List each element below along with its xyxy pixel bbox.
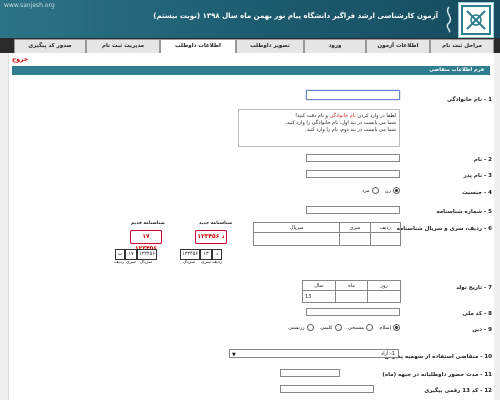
new-sample-series-box: ۱۳	[200, 249, 212, 260]
new-sample-serial-caption: سریال	[183, 260, 196, 265]
birth-year-header: سال	[302, 280, 336, 291]
new-stamp-number: ۱۲۳۴۵۶	[197, 233, 220, 240]
quota-select[interactable]: 1- آزاد ▼	[229, 349, 399, 358]
national-code-label: 8 - کد ملی	[462, 311, 492, 317]
tab-candidate-photo[interactable]: تصویر داوطلب	[236, 39, 304, 53]
first-name-label: 2 - نام	[473, 157, 492, 163]
birth-date-table: سال ماه روز 13	[302, 280, 401, 303]
religion-zoroastrian-label: زرتشتی	[288, 325, 305, 331]
religion-jewish-radio[interactable]	[334, 324, 342, 331]
national-code-input[interactable]	[306, 308, 400, 316]
birth-year-input[interactable]: 13	[302, 290, 336, 303]
old-id-sample-title: شناسنامه قدیم	[131, 221, 165, 226]
tab-registration-management[interactable]: مدیریت ثبت نام	[86, 39, 160, 53]
tracking-code-label: 12 - کد 13 رقمی پیگیری	[424, 388, 492, 394]
old-sample-serial-caption: سریال	[140, 260, 153, 265]
religion-christian-radio[interactable]	[365, 324, 373, 331]
new-id-sample-stamp: د ۱۲۳۴۵۶	[195, 230, 227, 244]
religion-zoroastrian-radio[interactable]	[306, 324, 314, 331]
gender-male-label: مرد	[361, 188, 370, 194]
exit-link[interactable]: خروج	[12, 56, 28, 63]
new-sample-serial-box: ۱۲۳۴۵۶	[180, 249, 200, 260]
hint-text-1: لطفا در وارد کردن	[357, 113, 396, 119]
row-input[interactable]	[369, 232, 402, 246]
tab-login[interactable]: ورود	[304, 39, 366, 53]
new-id-sample-title: شناسنامه جدید	[199, 221, 233, 226]
hint-line-2: شما می بایست در بند اول، نام خانوادگی را…	[285, 120, 396, 126]
birth-year-prefix: 13	[305, 293, 312, 300]
last-name-label: 1 - نام خانوادگی	[446, 97, 492, 103]
id-number-input[interactable]	[306, 206, 400, 214]
gender-male-radio[interactable]	[371, 187, 379, 194]
row-header: ردیف	[369, 222, 402, 233]
page-title: آزمون کارشناسی ارشد فراگیر دانشگاه پیام …	[153, 12, 438, 20]
old-sample-series-box: ۱۷	[125, 249, 137, 260]
series-input[interactable]	[339, 232, 371, 246]
form-header: فرم اطلاعات متقاضی	[12, 66, 490, 75]
gender-female-label: زن	[384, 188, 391, 194]
new-sample-row-box: د	[212, 249, 222, 260]
tab-tracking-code[interactable]: صدور کد پیگیری	[14, 39, 86, 53]
site-link[interactable]: www.sanjesh.org	[4, 2, 55, 9]
service-duration-label: 11 - مدت حضور داوطلبانه در جبهه (ماه)	[382, 372, 492, 378]
gender-label: 4 - جنسیت	[462, 190, 492, 196]
old-stamp-prefix: ۱۷	[142, 233, 150, 240]
old-sample-row-box: ب	[115, 249, 125, 260]
religion-jewish-label: کلیمی	[319, 325, 333, 331]
hint-text-2: و نام دقت کنید!	[295, 113, 328, 119]
gender-female-radio[interactable]	[393, 187, 400, 194]
old-id-sample-stamp: ۱۷ ۱۲۳۴۵۶	[130, 230, 162, 252]
religion-islam-label: اسلام	[379, 325, 391, 331]
birth-month-header: ماه	[334, 280, 369, 291]
chevron-down-icon[interactable]: ▼	[232, 351, 236, 359]
hint-line-3: شما می بایست در بند دوم، نام را وارد کنی…	[305, 127, 396, 133]
hint-highlight: نام خانوادگی	[329, 113, 356, 119]
tab-exam-info[interactable]: اطلاعات آزمون	[366, 39, 430, 53]
new-stamp-prefix: د	[221, 233, 225, 240]
tracking-code-input[interactable]	[280, 385, 374, 393]
last-name-input[interactable]	[306, 90, 400, 100]
father-name-input[interactable]	[306, 170, 400, 178]
serial-table: سریال سری ردیف	[252, 222, 402, 246]
left-side-strip	[0, 53, 9, 400]
tab-candidate-info[interactable]: اطلاعات داوطلب	[160, 39, 236, 53]
first-name-input[interactable]	[306, 154, 400, 162]
id-number-label: 5 - شماره شناسنامه	[436, 209, 492, 215]
old-sample-series-caption: سری	[126, 260, 136, 265]
old-sample-serial-box: ۱۲۳۴۵۶	[137, 249, 157, 260]
serial-header: سریال	[252, 222, 341, 233]
serial-input[interactable]	[252, 232, 341, 246]
birth-day-input[interactable]	[367, 290, 401, 303]
religion-radio-group: اسلام مسیحی کلیمی زرتشتی	[288, 324, 400, 331]
name-hint-box: لطفا در وارد کردن نام خانوادگی و نام دقت…	[238, 109, 400, 147]
right-side-strip	[494, 53, 500, 400]
page-header: آزمون کارشناسی ارشد فراگیر دانشگاه پیام …	[0, 0, 500, 38]
religion-islam-radio[interactable]	[393, 324, 400, 331]
gender-radio-group: زن مرد	[362, 187, 400, 194]
religion-label: 9 - دین	[472, 327, 492, 333]
religion-christian-label: مسیحی	[347, 325, 364, 331]
old-sample-row-caption: ردیف	[114, 260, 125, 265]
main-menu: مراحل ثبت نام اطلاعات آزمون ورود تصویر د…	[0, 38, 500, 53]
birth-date-label: 7 - تاریخ تولد	[456, 285, 492, 291]
header-ornament-icon	[446, 6, 452, 33]
quota-selected-value: 1- آزاد	[380, 351, 395, 357]
sanjesh-logo	[458, 2, 494, 38]
father-name-label: 3 - نام پدر	[463, 173, 492, 179]
tab-registration-steps[interactable]: مراحل ثبت نام	[430, 39, 494, 53]
new-sample-row-caption: ردیف	[212, 260, 223, 265]
new-sample-series-caption: سری	[201, 260, 211, 265]
series-header: سری	[339, 222, 371, 233]
serial-label: 6 - ردیف، سری و سریال شناسنامه	[396, 226, 493, 232]
service-duration-input[interactable]	[280, 369, 340, 377]
birth-month-input[interactable]	[334, 290, 369, 303]
birth-day-header: روز	[367, 280, 401, 291]
